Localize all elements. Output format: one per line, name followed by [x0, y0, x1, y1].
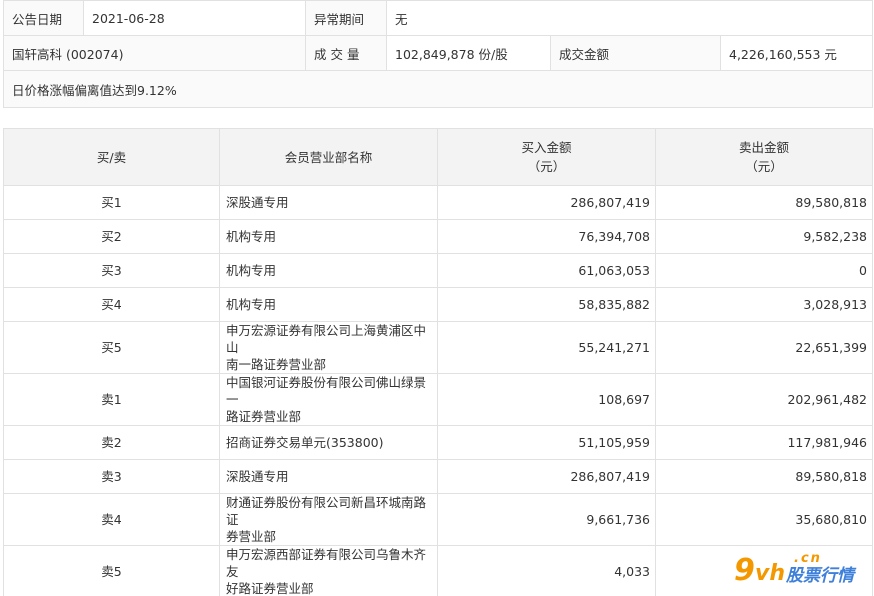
header-side: 买/卖 [3, 128, 220, 186]
table-row: 买1 深股通专用 286,807,419 89,580,818 [3, 185, 873, 220]
volume-value: 102,849,878 份/股 [386, 35, 551, 71]
side-cell: 卖5 [3, 545, 220, 596]
broker-name-line: 南一路证券营业部 [226, 357, 327, 372]
broker-name-line: 券营业部 [226, 529, 277, 544]
broker-name-line: 财通证券股份有限公司新昌环城南路证 [226, 495, 427, 527]
table-row: 买5 申万宏源证券有限公司上海黄浦区中山 南一路证券营业部 55,241,271… [3, 321, 873, 374]
watermark-cn: .cn [794, 551, 822, 566]
header-broker: 会员营业部名称 [219, 128, 438, 186]
table-row: 买4 机构专用 58,835,882 3,028,913 [3, 287, 873, 322]
buy-amount-cell: 58,835,882 [437, 287, 656, 322]
header-buy-amount-title: 买入金额 [521, 140, 572, 155]
broker-name-line: 好路证券营业部 [226, 581, 314, 596]
table-row: 买3 机构专用 61,063,053 0 [3, 253, 873, 288]
sell-amount-cell: 202,961,482 [655, 373, 873, 426]
announce-date-label: 公告日期 [3, 0, 84, 36]
side-cell: 卖1 [3, 373, 220, 426]
stock-info-table: 公告日期 2021-06-28 异常期间 无 国轩高科 (002074) 成 交… [2, 0, 874, 108]
sell-amount-cell: 9,582,238 [655, 219, 873, 254]
broker-cell: 中国银河证券股份有限公司佛山绿景一 路证券营业部 [219, 373, 438, 426]
side-cell: 买2 [3, 219, 220, 254]
listing-reason: 日价格涨幅偏离值达到9.12% [2, 70, 874, 108]
table-row: 买2 机构专用 76,394,708 9,582,238 [3, 219, 873, 254]
volume-label: 成 交 量 [305, 35, 387, 71]
broker-cell: 招商证券交易单元(353800) [219, 425, 438, 460]
broker-cell: 申万宏源西部证券有限公司乌鲁木齐友 好路证券营业部 [219, 545, 438, 596]
side-cell: 买5 [3, 321, 220, 374]
broker-cell: 机构专用 [219, 287, 438, 322]
side-cell: 买4 [3, 287, 220, 322]
sell-amount-cell: 3,028,913 [655, 287, 873, 322]
abnormal-period-value: 无 [385, 0, 874, 36]
sell-amount-cell: 117,981,946 [655, 425, 873, 460]
turnover-value: 4,226,160,553 元 [719, 35, 874, 71]
broker-name-line: 申万宏源西部证券有限公司乌鲁木齐友 [226, 547, 427, 579]
watermark-nine: 9 [734, 553, 755, 588]
sell-amount-cell: 89,580,818 [655, 185, 873, 220]
header-buy-amount: 买入金额 （元） [437, 128, 656, 186]
buy-amount-cell: 61,063,053 [437, 253, 656, 288]
header-sell-amount-title: 卖出金额 [738, 140, 789, 155]
broker-name-line: 中国银河证券股份有限公司佛山绿景一 [226, 375, 427, 407]
side-cell: 卖2 [3, 425, 220, 460]
buy-amount-cell: 4,033 [437, 545, 656, 596]
buy-amount-cell: 76,394,708 [437, 219, 656, 254]
abnormal-period-label: 异常期间 [305, 0, 387, 36]
stock-name: 国轩高科 (002074) [3, 35, 306, 71]
broker-cell: 机构专用 [219, 219, 438, 254]
watermark-tagline: 股票行情 [786, 566, 854, 586]
sell-amount-cell: 22,651,399 [655, 321, 873, 374]
side-cell: 买1 [3, 185, 220, 220]
site-watermark-logo: 9 vh .cn 股票行情 [734, 551, 870, 593]
buy-amount-cell: 286,807,419 [437, 459, 656, 494]
table-row: 卖3 深股通专用 286,807,419 89,580,818 [3, 459, 873, 494]
broker-trade-table: 买/卖 会员营业部名称 买入金额 （元） 卖出金额 （元） 买1 深股通专用 2… [3, 128, 873, 596]
broker-cell: 机构专用 [219, 253, 438, 288]
header-sell-amount-unit: （元） [745, 159, 783, 174]
sell-amount-cell: 0 [655, 253, 873, 288]
watermark-vh: vh [755, 561, 786, 586]
side-cell: 卖4 [3, 493, 220, 546]
broker-cell: 深股通专用 [219, 185, 438, 220]
broker-name-line: 路证券营业部 [226, 409, 302, 424]
broker-cell: 申万宏源证券有限公司上海黄浦区中山 南一路证券营业部 [219, 321, 438, 374]
buy-amount-cell: 51,105,959 [437, 425, 656, 460]
table-row: 卖4 财通证券股份有限公司新昌环城南路证 券营业部 9,661,736 35,6… [3, 493, 873, 546]
buy-amount-cell: 55,241,271 [437, 321, 656, 374]
buy-amount-cell: 286,807,419 [437, 185, 656, 220]
table-row: 卖2 招商证券交易单元(353800) 51,105,959 117,981,9… [3, 425, 873, 460]
broker-name-line: 申万宏源证券有限公司上海黄浦区中山 [226, 323, 427, 355]
turnover-label: 成交金额 [550, 35, 721, 71]
sell-amount-cell: 89,580,818 [655, 459, 873, 494]
side-cell: 买3 [3, 253, 220, 288]
broker-cell: 财通证券股份有限公司新昌环城南路证 券营业部 [219, 493, 438, 546]
announce-date-value: 2021-06-28 [83, 0, 306, 36]
side-cell: 卖3 [3, 459, 220, 494]
table-row: 卖1 中国银河证券股份有限公司佛山绿景一 路证券营业部 108,697 202,… [3, 373, 873, 426]
broker-cell: 深股通专用 [219, 459, 438, 494]
sell-amount-cell: 35,680,810 [655, 493, 873, 546]
buy-amount-cell: 108,697 [437, 373, 656, 426]
header-buy-amount-unit: （元） [527, 159, 566, 174]
buy-amount-cell: 9,661,736 [437, 493, 656, 546]
header-sell-amount: 卖出金额 （元） [655, 128, 873, 186]
